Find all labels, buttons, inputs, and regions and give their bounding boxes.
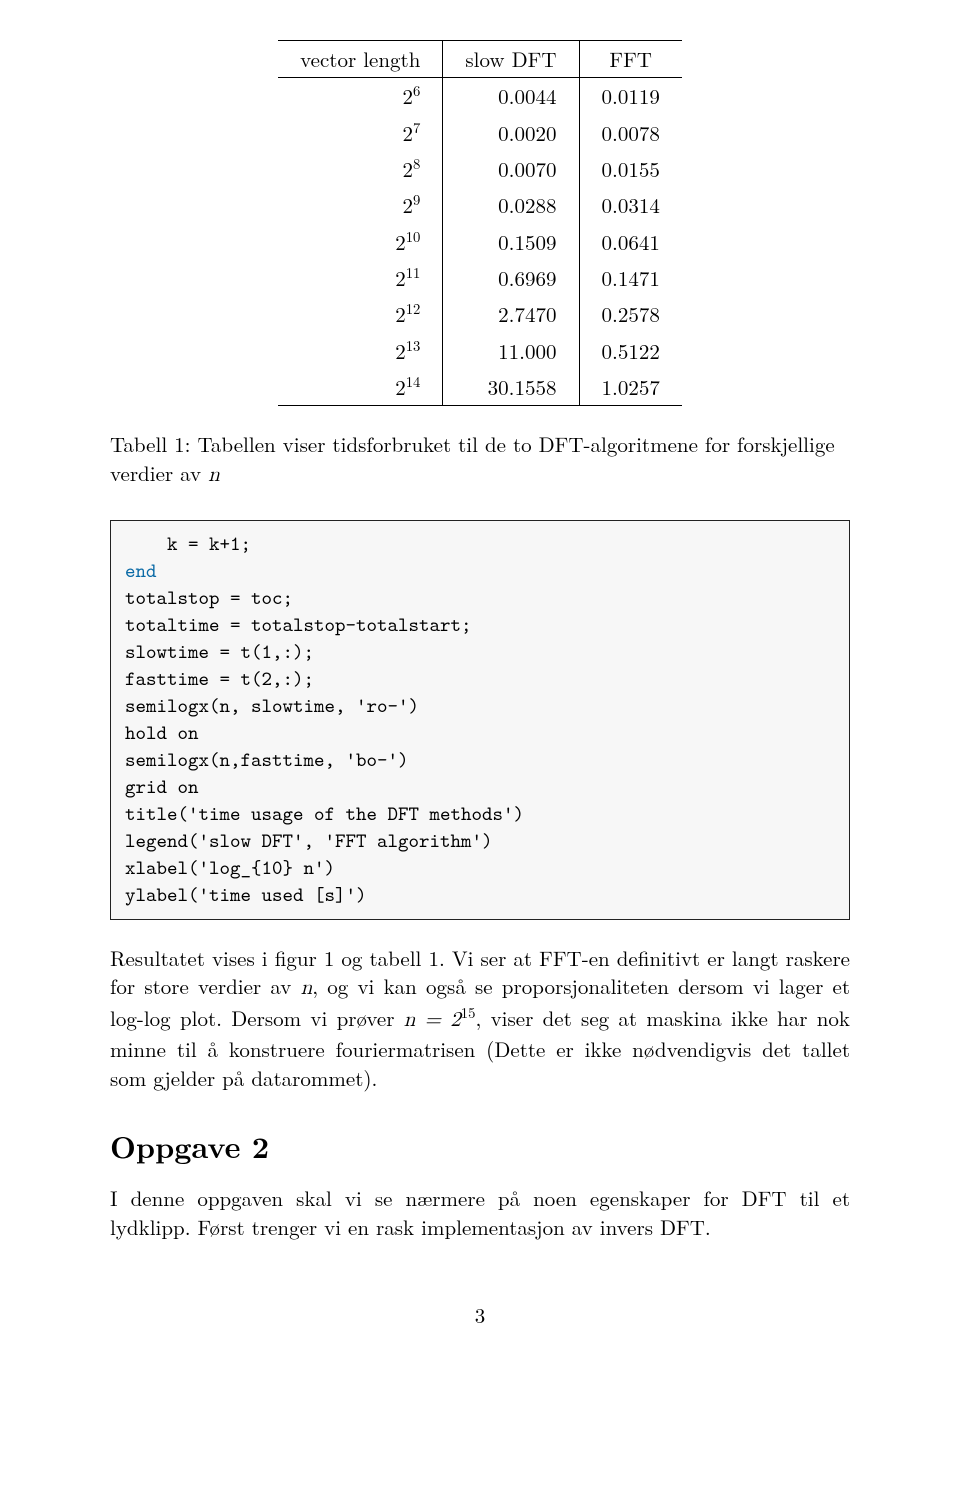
cell-slow: 11.000	[443, 333, 579, 369]
table-row: 211 0.6969 0.1471	[278, 260, 682, 296]
table-row: 28 0.0070 0.0155	[278, 151, 682, 187]
cell-slow: 0.1509	[443, 224, 579, 260]
table-header-row: vector length slow DFT FFT	[278, 41, 682, 78]
page: vector length slow DFT FFT 26 0.0044 0.0…	[0, 0, 960, 1369]
cell-fft: 0.2578	[579, 296, 682, 332]
cell-fft: 0.5122	[579, 333, 682, 369]
para1-exp: 15	[461, 1002, 476, 1023]
cell-n: 212	[278, 296, 443, 332]
code-line: xlabel('log_{10} n')	[125, 855, 335, 881]
col-header-slow-dft: slow DFT	[443, 41, 579, 78]
table-row: 210 0.1509 0.0641	[278, 224, 682, 260]
code-line: semilogx(n,fasttime, 'bo-')	[125, 747, 409, 773]
cell-n: 27	[278, 115, 443, 151]
cell-fft: 0.0314	[579, 187, 682, 223]
col-header-vector-length: vector length	[278, 41, 443, 78]
para1-var-n: n	[301, 978, 313, 999]
col-header-fft: FFT	[579, 41, 682, 78]
page-number: 3	[110, 1301, 850, 1329]
code-line: ylabel('time used [s]')	[125, 882, 367, 908]
cell-n: 211	[278, 260, 443, 296]
table-caption: Tabell 1: Tabellen viser tidsforbruket t…	[110, 430, 850, 490]
table-row: 27 0.0020 0.0078	[278, 115, 682, 151]
table-row: 29 0.0288 0.0314	[278, 187, 682, 223]
cell-slow: 0.6969	[443, 260, 579, 296]
result-paragraph: Resultatet vises i figur 1 og tabell 1. …	[110, 944, 850, 1092]
cell-n: 26	[278, 78, 443, 115]
code-line: title('time usage of the DFT methods')	[125, 801, 524, 827]
caption-var-n: n	[208, 465, 220, 486]
table-row: 212 2.7470 0.2578	[278, 296, 682, 332]
code-line: end	[125, 558, 157, 584]
code-line: totaltime = totalstop-totalstart;	[125, 612, 472, 638]
code-line: grid on	[125, 774, 199, 800]
code-line: fasttime = t(2,:);	[125, 666, 314, 692]
table-row: 26 0.0044 0.0119	[278, 78, 682, 115]
code-line: k = k+1;	[125, 531, 251, 557]
cell-fft: 1.0257	[579, 369, 682, 406]
code-listing: k = k+1; end totalstop = toc; totaltime …	[110, 520, 850, 920]
cell-fft: 0.0155	[579, 151, 682, 187]
cell-n: 214	[278, 369, 443, 406]
table-row: 214 30.1558 1.0257	[278, 369, 682, 406]
cell-n: 28	[278, 151, 443, 187]
para1-eq: n = 2	[404, 1010, 461, 1031]
cell-slow: 0.0288	[443, 187, 579, 223]
cell-fft: 0.0078	[579, 115, 682, 151]
cell-n: 213	[278, 333, 443, 369]
cell-fft: 0.1471	[579, 260, 682, 296]
cell-slow: 0.0070	[443, 151, 579, 187]
cell-slow: 0.0044	[443, 78, 579, 115]
code-line: totalstop = toc;	[125, 585, 293, 611]
table-row: 213 11.000 0.5122	[278, 333, 682, 369]
cell-slow: 0.0020	[443, 115, 579, 151]
code-line: slowtime = t(1,:);	[125, 639, 314, 665]
code-line: legend('slow DFT', 'FFT algorithm')	[125, 828, 493, 854]
section-heading-oppgave-2: Oppgave 2	[110, 1126, 850, 1167]
cell-slow: 2.7470	[443, 296, 579, 332]
dft-timing-table: vector length slow DFT FFT 26 0.0044 0.0…	[278, 40, 682, 406]
code-line: hold on	[125, 720, 199, 746]
table-body: 26 0.0044 0.0119 27 0.0020 0.0078 28 0.0…	[278, 78, 682, 406]
cell-fft: 0.0119	[579, 78, 682, 115]
code-line: semilogx(n, slowtime, 'ro-')	[125, 693, 419, 719]
cell-fft: 0.0641	[579, 224, 682, 260]
cell-slow: 30.1558	[443, 369, 579, 406]
cell-n: 210	[278, 224, 443, 260]
oppgave2-intro: I denne oppgaven skal vi se nærmere på n…	[110, 1184, 850, 1241]
cell-n: 29	[278, 187, 443, 223]
